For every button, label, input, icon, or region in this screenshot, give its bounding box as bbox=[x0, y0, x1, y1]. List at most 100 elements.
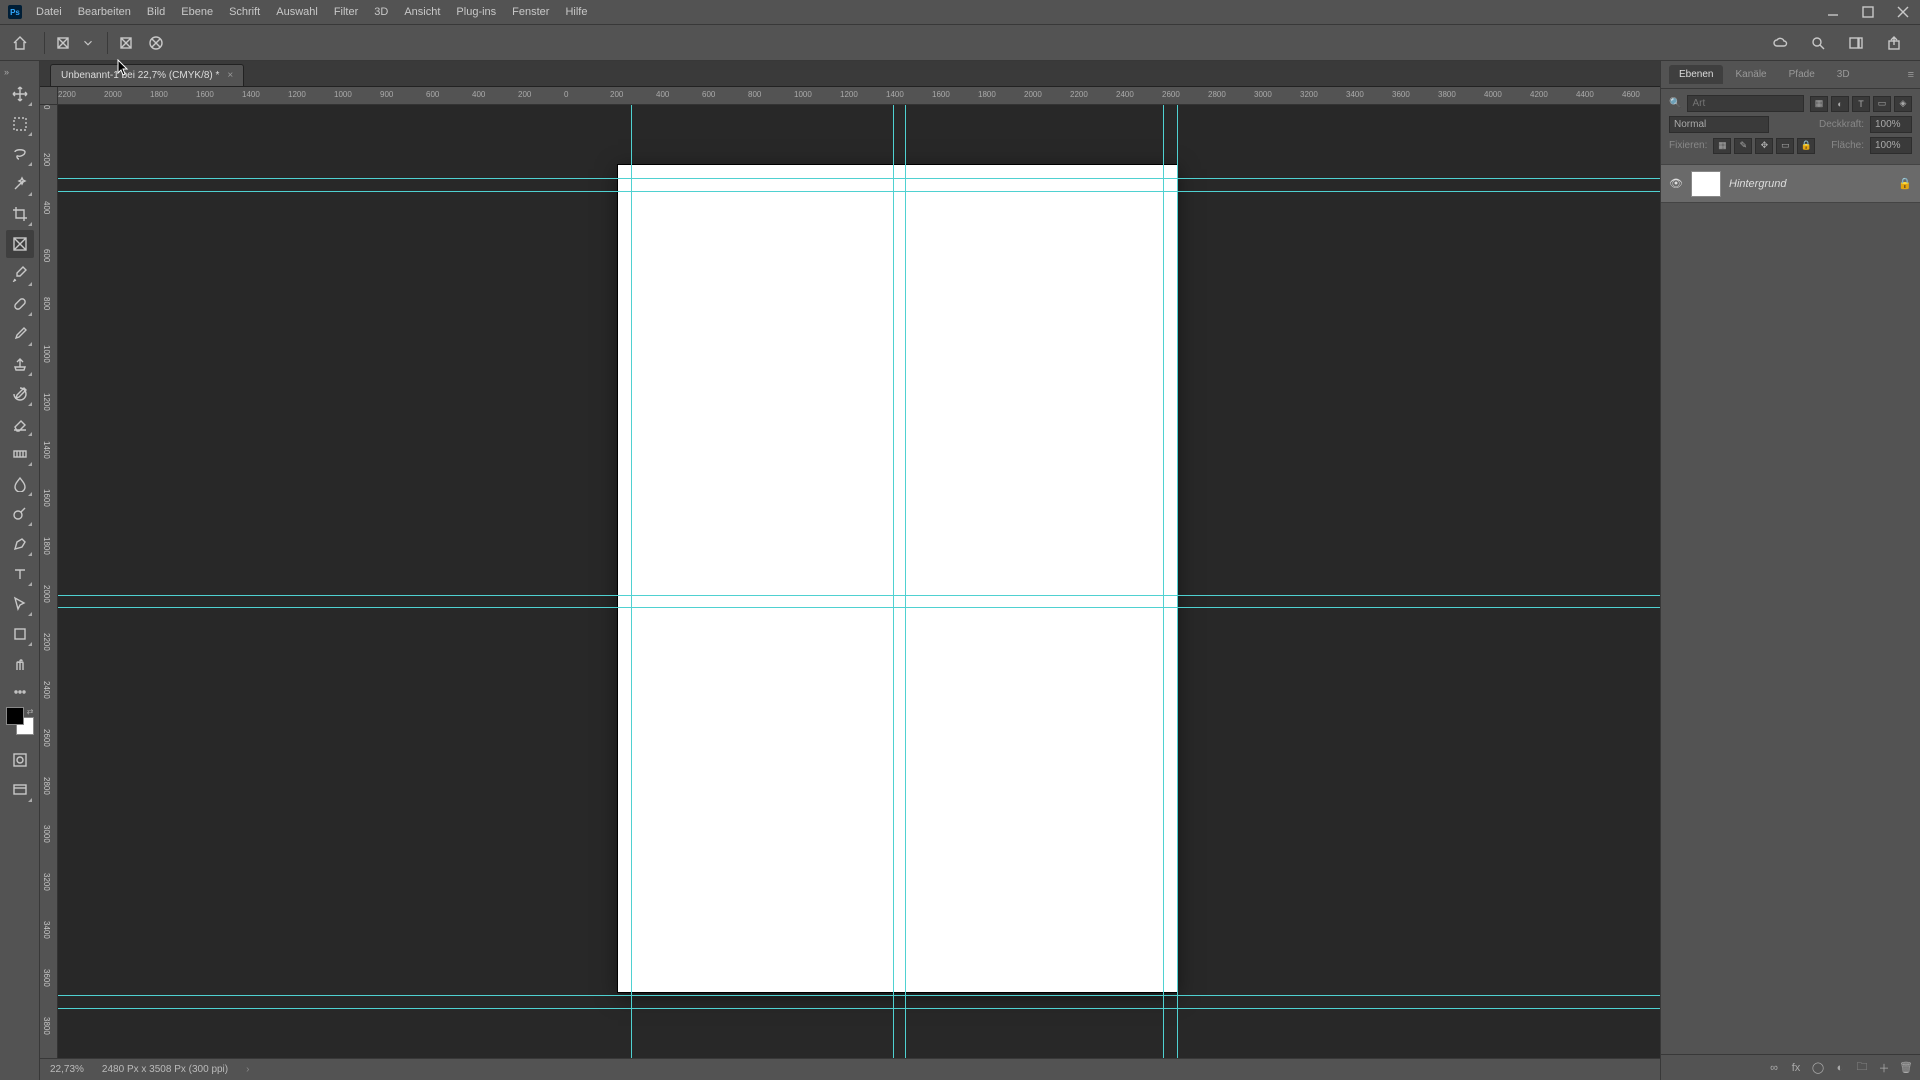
filter-adjust-icon[interactable]: ◐ bbox=[1831, 96, 1849, 112]
layer-style-icon[interactable]: fx bbox=[1788, 1060, 1804, 1076]
window-minimize-button[interactable] bbox=[1816, 0, 1850, 24]
panel-tab-ebenen[interactable]: Ebenen bbox=[1669, 65, 1723, 84]
menu-bearbeiten[interactable]: Bearbeiten bbox=[70, 2, 139, 22]
frame-tool-dropdown[interactable] bbox=[81, 31, 95, 55]
layer-mask-icon[interactable]: ◯ bbox=[1810, 1060, 1826, 1076]
panel-tab-pfade[interactable]: Pfade bbox=[1779, 65, 1825, 84]
vertical-guide[interactable] bbox=[893, 105, 894, 1058]
panel-tab-kanaele[interactable]: Kanäle bbox=[1725, 65, 1776, 84]
layer-filter-input[interactable] bbox=[1687, 95, 1804, 112]
more-tools-icon[interactable] bbox=[6, 684, 34, 700]
menu-ansicht[interactable]: Ansicht bbox=[396, 2, 448, 22]
filter-shape-icon[interactable]: ▭ bbox=[1873, 96, 1891, 112]
vertical-guide[interactable] bbox=[1177, 105, 1178, 1058]
hand-tool[interactable] bbox=[6, 650, 34, 678]
document-canvas[interactable] bbox=[618, 165, 1177, 992]
filter-smart-icon[interactable]: ◈ bbox=[1894, 96, 1912, 112]
marquee-tool[interactable] bbox=[6, 110, 34, 138]
menu-filter[interactable]: Filter bbox=[326, 2, 366, 22]
menu-plugins[interactable]: Plug-ins bbox=[448, 2, 504, 22]
horizontal-guide[interactable] bbox=[58, 607, 1660, 608]
layer-thumbnail[interactable] bbox=[1691, 171, 1721, 197]
status-arrow-icon[interactable]: › bbox=[246, 1064, 249, 1075]
healing-brush-tool[interactable] bbox=[6, 290, 34, 318]
shape-tool[interactable] bbox=[6, 620, 34, 648]
delete-layer-icon[interactable]: 🗑 bbox=[1898, 1060, 1914, 1076]
layer-name[interactable]: Hintergrund bbox=[1729, 178, 1890, 190]
frame-ellipse-icon[interactable] bbox=[144, 31, 168, 55]
screen-mode-toggle[interactable] bbox=[6, 776, 34, 804]
lock-icon[interactable]: 🔒 bbox=[1898, 177, 1912, 190]
magic-wand-tool[interactable] bbox=[6, 170, 34, 198]
horizontal-guide[interactable] bbox=[58, 595, 1660, 596]
eraser-tool[interactable] bbox=[6, 410, 34, 438]
home-button[interactable] bbox=[8, 31, 32, 55]
horizontal-ruler[interactable]: 2200200018001600140012001000900600400200… bbox=[58, 87, 1660, 105]
quick-mask-toggle[interactable] bbox=[6, 746, 34, 774]
brush-tool[interactable] bbox=[6, 320, 34, 348]
panel-menu-icon[interactable]: ≡ bbox=[1908, 69, 1920, 81]
dodge-tool[interactable] bbox=[6, 500, 34, 528]
menu-hilfe[interactable]: Hilfe bbox=[557, 2, 595, 22]
layer-row[interactable]: 👁 Hintergrund 🔒 bbox=[1661, 165, 1920, 203]
group-layers-icon[interactable]: 🗀 bbox=[1854, 1060, 1870, 1076]
adjustment-layer-icon[interactable]: ◐ bbox=[1832, 1060, 1848, 1076]
lock-transparency-icon[interactable]: ▦ bbox=[1713, 138, 1731, 154]
menu-3d[interactable]: 3D bbox=[366, 2, 396, 22]
horizontal-guide[interactable] bbox=[58, 191, 1660, 192]
color-swatch[interactable]: ⇄ bbox=[6, 707, 34, 735]
menu-auswahl[interactable]: Auswahl bbox=[268, 2, 326, 22]
close-tab-icon[interactable]: × bbox=[227, 70, 233, 81]
vertical-ruler[interactable]: 0200400600800100012001400160018002000220… bbox=[40, 105, 58, 1058]
fill-input[interactable] bbox=[1870, 137, 1912, 154]
vertical-guide[interactable] bbox=[905, 105, 906, 1058]
eyedropper-tool[interactable] bbox=[6, 260, 34, 288]
lock-artboard-icon[interactable]: ▭ bbox=[1776, 138, 1794, 154]
opacity-input[interactable] bbox=[1870, 116, 1912, 133]
blend-mode-select[interactable] bbox=[1669, 116, 1769, 133]
vertical-guide[interactable] bbox=[1163, 105, 1164, 1058]
lasso-tool[interactable] bbox=[6, 140, 34, 168]
filter-pixel-icon[interactable]: ▦ bbox=[1810, 96, 1828, 112]
link-layers-icon[interactable]: ∞ bbox=[1766, 1060, 1782, 1076]
frame-tool[interactable] bbox=[6, 230, 34, 258]
cloud-status-icon[interactable] bbox=[1768, 31, 1792, 55]
swap-colors-icon[interactable]: ⇄ bbox=[27, 707, 34, 716]
menu-fenster[interactable]: Fenster bbox=[504, 2, 557, 22]
type-tool[interactable] bbox=[6, 560, 34, 588]
workspace-icon[interactable] bbox=[1844, 31, 1868, 55]
menu-ebene[interactable]: Ebene bbox=[173, 2, 221, 22]
menu-schrift[interactable]: Schrift bbox=[221, 2, 268, 22]
path-selection-tool[interactable] bbox=[6, 590, 34, 618]
window-maximize-button[interactable] bbox=[1851, 0, 1885, 24]
panel-tab-3d[interactable]: 3D bbox=[1827, 65, 1860, 84]
pen-tool[interactable] bbox=[6, 530, 34, 558]
horizontal-guide[interactable] bbox=[58, 178, 1660, 179]
document-dimensions[interactable]: 2480 Px x 3508 Px (300 ppi) bbox=[102, 1064, 228, 1075]
crop-tool[interactable] bbox=[6, 200, 34, 228]
share-icon[interactable] bbox=[1882, 31, 1906, 55]
visibility-toggle-icon[interactable]: 👁 bbox=[1669, 177, 1683, 190]
window-close-button[interactable] bbox=[1886, 0, 1920, 24]
blur-tool[interactable] bbox=[6, 470, 34, 498]
filter-type-icon[interactable]: T bbox=[1852, 96, 1870, 112]
new-layer-icon[interactable]: ＋ bbox=[1876, 1060, 1892, 1076]
lock-all-icon[interactable]: 🔒 bbox=[1797, 138, 1815, 154]
frame-tool-option-icon[interactable] bbox=[51, 31, 75, 55]
move-tool[interactable] bbox=[6, 80, 34, 108]
zoom-level[interactable]: 22,73% bbox=[50, 1064, 84, 1075]
foreground-color-swatch[interactable] bbox=[6, 707, 24, 725]
document-tab[interactable]: Unbenannt-1 bei 22,7% (CMYK/8) * × bbox=[50, 64, 244, 86]
horizontal-guide[interactable] bbox=[58, 995, 1660, 996]
menu-datei[interactable]: Datei bbox=[28, 2, 70, 22]
lock-position-icon[interactable]: ✥ bbox=[1755, 138, 1773, 154]
ruler-origin[interactable] bbox=[40, 87, 58, 105]
canvas-viewport[interactable] bbox=[58, 105, 1660, 1058]
horizontal-guide[interactable] bbox=[58, 1008, 1660, 1009]
frame-rect-icon[interactable] bbox=[114, 31, 138, 55]
clone-stamp-tool[interactable] bbox=[6, 350, 34, 378]
search-icon[interactable] bbox=[1806, 31, 1830, 55]
lock-pixels-icon[interactable]: ✎ bbox=[1734, 138, 1752, 154]
history-brush-tool[interactable] bbox=[6, 380, 34, 408]
gradient-tool[interactable] bbox=[6, 440, 34, 468]
